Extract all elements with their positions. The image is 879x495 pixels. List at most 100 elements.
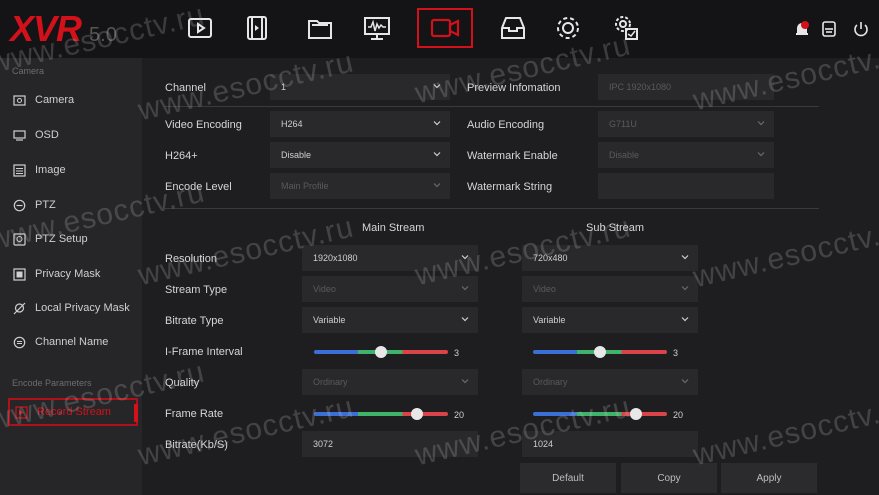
preview-info-label: Preview Infomation [467, 82, 561, 94]
main-stream-type-value: Video [313, 284, 336, 294]
main-resolution-select[interactable]: 1920x1080 [302, 245, 478, 271]
watermark-enable-select[interactable]: Disable [598, 142, 774, 168]
slider-knob[interactable] [630, 408, 643, 420]
main-bitrate-type-value: Variable [313, 315, 346, 325]
sub-iframe-value: 3 [673, 348, 679, 358]
copy-button[interactable]: Copy [621, 463, 717, 493]
channel-label: Channel [165, 82, 206, 94]
sidebar-item-image[interactable]: Image [8, 156, 138, 184]
playback-icon[interactable] [180, 8, 220, 48]
video-encoding-select[interactable]: H264 [270, 111, 450, 137]
slider-knob[interactable] [375, 346, 387, 358]
sub-stream-type-value: Video [533, 284, 556, 294]
encode-level-select[interactable]: Main Profile [270, 173, 450, 199]
resolution-label: Resolution [165, 253, 217, 265]
camera-record-icon[interactable] [417, 8, 473, 48]
sidebar-item-osd[interactable]: OSD [8, 121, 138, 149]
monitor-waveform-icon[interactable] [357, 8, 397, 48]
sidebar-item-label: Channel Name [35, 336, 109, 348]
sub-frame-rate-slider[interactable] [533, 408, 667, 420]
main-frame-rate-slider[interactable] [314, 408, 448, 420]
sub-quality-value: Ordinary [533, 377, 568, 387]
logo-version: 5.0 [89, 24, 117, 46]
main-stream-type-select[interactable]: Video [302, 276, 478, 302]
video-clip-icon[interactable] [237, 8, 277, 48]
watermark-string-label: Watermark String [467, 181, 553, 193]
sub-quality-select[interactable]: Ordinary [522, 369, 698, 395]
settings-gear-icon[interactable] [548, 8, 588, 48]
logo-brand: XVR [10, 8, 82, 49]
audio-encoding-value: G711U [609, 119, 637, 129]
sidebar-item-label: Record Stream [37, 406, 111, 418]
sidebar-item-privacy-mask[interactable]: Privacy Mask [8, 260, 138, 288]
bitrate-label: Bitrate(Kb/S) [165, 439, 228, 451]
chevron-down-icon [757, 121, 765, 126]
sidebar-item-channel-name[interactable]: Channel Name [8, 328, 138, 356]
chevron-down-icon [461, 255, 469, 260]
main-resolution-value: 1920x1080 [313, 253, 358, 263]
system-gear-icon[interactable] [606, 8, 646, 48]
h264plus-select[interactable]: Disable [270, 142, 450, 168]
alarm-icon[interactable] [793, 20, 811, 38]
channel-select[interactable]: 1 [270, 74, 450, 100]
main-bitrate-value: 3072 [313, 439, 334, 449]
video-encoding-label: Video Encoding [165, 119, 242, 131]
stream-type-label: Stream Type [165, 284, 228, 296]
watermark-string-input[interactable] [598, 173, 774, 199]
record-stream-icon [14, 405, 28, 419]
sub-resolution-select[interactable]: 720x480 [522, 245, 698, 271]
sub-stream-type-select[interactable]: Video [522, 276, 698, 302]
camera-icon [12, 93, 26, 107]
slider-knob[interactable] [411, 408, 424, 420]
ptz-setup-icon [12, 232, 26, 246]
main-frame-rate-value: 20 [454, 410, 465, 420]
audio-encoding-select[interactable]: G711U [598, 111, 774, 137]
bitrate-type-label: Bitrate Type [165, 315, 224, 327]
sub-iframe-slider[interactable] [533, 346, 667, 358]
chevron-down-icon [757, 152, 765, 157]
sidebar-item-local-privacy-mask[interactable]: Local Privacy Mask [8, 294, 138, 322]
frame-rate-label: Frame Rate [165, 408, 224, 420]
main-bitrate-type-select[interactable]: Variable [302, 307, 478, 333]
preview-info-value: IPC 1920x1080 [609, 82, 672, 92]
h264plus-label: H264+ [165, 150, 198, 162]
sidebar-section-encode: Encode Parameters [12, 378, 92, 388]
power-icon[interactable] [852, 20, 870, 38]
sub-resolution-value: 720x480 [533, 253, 568, 263]
iframe-interval-label: I-Frame Interval [165, 346, 243, 358]
folder-icon[interactable] [300, 8, 340, 48]
chevron-down-icon [461, 379, 469, 384]
video-encoding-value: H264 [281, 119, 303, 129]
main-bitrate-input[interactable]: 3072 [302, 431, 478, 457]
sidebar-section-camera: Camera [12, 66, 45, 76]
chevron-down-icon [681, 255, 689, 260]
xvr-logo: XVR 5.0 [10, 8, 117, 50]
sidebar-item-label: PTZ [35, 199, 56, 211]
chevron-down-icon [433, 84, 441, 89]
sub-bitrate-input[interactable]: 1024 [522, 431, 698, 457]
local-privacy-icon [12, 301, 26, 315]
sidebar-item-label: Camera [35, 94, 75, 106]
sidebar-item-ptz-setup[interactable]: PTZ Setup [8, 225, 138, 253]
storage-icon[interactable] [493, 8, 533, 48]
sidebar-item-ptz[interactable]: PTZ [8, 191, 138, 219]
apply-button[interactable]: Apply [721, 463, 817, 493]
channel-value: 1 [281, 82, 287, 92]
default-button[interactable]: Default [520, 463, 616, 493]
sub-stream-title: Sub Stream [586, 222, 645, 234]
backup-icon[interactable] [820, 20, 838, 38]
sidebar-item-record-stream[interactable]: Record Stream [8, 398, 138, 426]
h264plus-value: Disable [281, 150, 312, 160]
chevron-down-icon [681, 317, 689, 322]
top-bar: XVR 5.0 [0, 0, 879, 58]
quality-label: Quality [165, 377, 200, 389]
main-quality-select[interactable]: Ordinary [302, 369, 478, 395]
sidebar-item-camera[interactable]: Camera [8, 86, 138, 114]
watermark-enable-label: Watermark Enable [467, 150, 558, 162]
sidebar-item-label: Image [35, 164, 66, 176]
slider-knob[interactable] [594, 346, 606, 358]
main-iframe-slider[interactable] [314, 346, 448, 358]
channel-name-icon [12, 335, 26, 349]
monitor-icon [12, 128, 26, 142]
sub-bitrate-type-select[interactable]: Variable [522, 307, 698, 333]
